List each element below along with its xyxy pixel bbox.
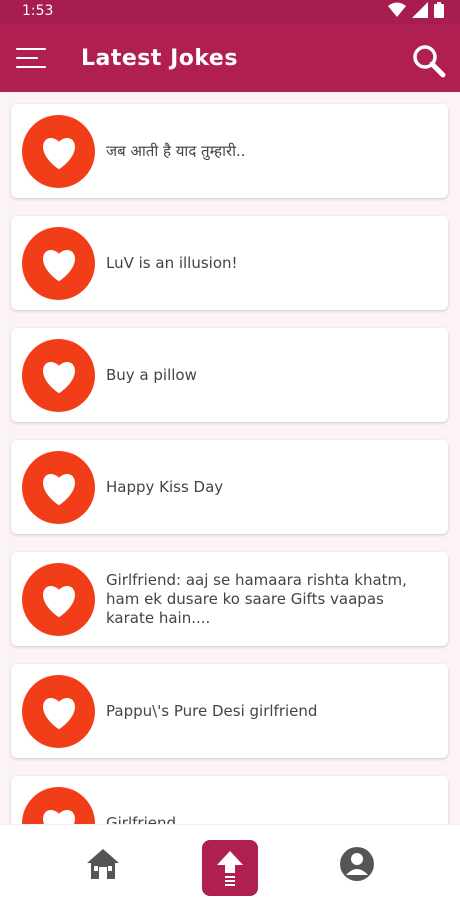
heart-icon — [42, 137, 75, 169]
status-icons — [388, 2, 444, 18]
joke-card[interactable]: जब आती है याद तुम्हारी.. — [11, 104, 448, 198]
menu-icon[interactable] — [16, 48, 48, 72]
heart-avatar — [22, 227, 95, 300]
joke-card[interactable]: Buy a pillow — [11, 328, 448, 422]
home-button[interactable] — [78, 839, 128, 889]
search-icon[interactable] — [412, 44, 446, 78]
jokes-list[interactable]: जब आती है याद तुम्हारी.. LuV is an illus… — [0, 92, 460, 824]
signal-icon — [412, 2, 428, 18]
heart-icon — [42, 809, 75, 824]
page-title: Latest Jokes — [81, 46, 238, 71]
home-icon — [87, 849, 119, 879]
bottom-nav — [0, 824, 460, 901]
joke-title: Girlfriend — [106, 813, 176, 825]
joke-card[interactable]: Pappu\'s Pure Desi girlfriend — [11, 664, 448, 758]
joke-title: जब आती है याद तुम्हारी.. — [106, 141, 246, 160]
upload-button[interactable] — [202, 840, 258, 896]
profile-button[interactable] — [332, 839, 382, 889]
wifi-icon — [388, 2, 406, 17]
joke-card[interactable]: LuV is an illusion! — [11, 216, 448, 310]
battery-icon — [434, 2, 444, 18]
joke-title: Happy Kiss Day — [106, 477, 224, 496]
joke-title: Pappu\'s Pure Desi girlfriend — [106, 701, 318, 720]
joke-card[interactable]: Girlfriend — [11, 776, 448, 824]
heart-avatar — [22, 115, 95, 188]
status-time: 1:53 — [22, 3, 54, 19]
heart-icon — [42, 249, 75, 281]
heart-avatar — [22, 787, 95, 824]
joke-title: Buy a pillow — [106, 365, 197, 384]
app-bar: Latest Jokes — [0, 24, 460, 92]
heart-icon — [42, 361, 75, 393]
heart-avatar — [22, 339, 95, 412]
heart-avatar — [22, 675, 95, 748]
profile-icon — [340, 847, 374, 881]
joke-card[interactable]: Happy Kiss Day — [11, 440, 448, 534]
heart-avatar — [22, 563, 95, 636]
heart-icon — [42, 585, 75, 617]
joke-title: LuV is an illusion! — [106, 253, 238, 272]
status-bar: 1:53 — [0, 0, 460, 24]
joke-card[interactable]: Girlfriend: aaj se hamaara rishta khatm,… — [11, 552, 448, 646]
heart-icon — [42, 697, 75, 729]
joke-title: Girlfriend: aaj se hamaara rishta khatm,… — [106, 570, 407, 627]
heart-icon — [42, 473, 75, 505]
upload-icon — [217, 851, 243, 886]
heart-avatar — [22, 451, 95, 524]
